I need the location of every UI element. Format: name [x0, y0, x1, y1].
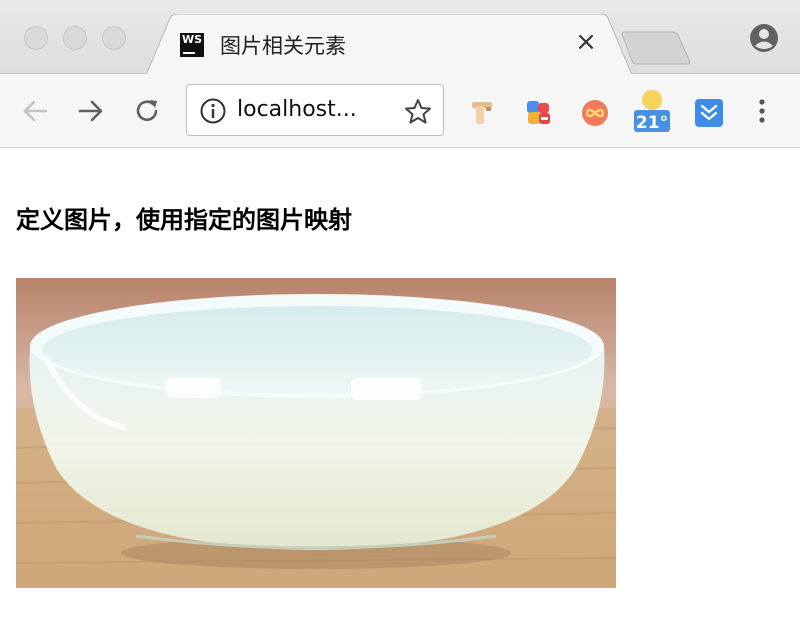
forward-arrow-icon[interactable]	[74, 94, 108, 128]
infinity-extension-icon[interactable]	[578, 96, 612, 130]
back-arrow-icon[interactable]	[18, 94, 52, 128]
star-icon[interactable]	[403, 97, 433, 127]
tab-close-icon[interactable]: ×	[574, 28, 598, 56]
close-window-button[interactable]	[24, 26, 48, 50]
bookmark-extension-icon[interactable]	[466, 96, 500, 130]
sun-icon: 21°	[634, 90, 670, 133]
profile-icon[interactable]	[748, 22, 780, 54]
favicon-text: WS	[182, 33, 203, 46]
active-tab[interactable]: WS 图片相关元素 ×	[146, 14, 632, 75]
overflow-menu-icon[interactable]	[752, 94, 772, 128]
reload-icon[interactable]	[130, 94, 164, 128]
download-extension-icon[interactable]	[692, 96, 726, 130]
toolbar: localhost... 21°	[0, 74, 800, 148]
info-icon[interactable]	[199, 97, 227, 125]
maximize-window-button[interactable]	[102, 26, 126, 50]
browser-window: WS 图片相关元素 × localhost... 21° 定义图片，使用指定的图…	[0, 0, 800, 644]
url-text[interactable]: localhost...	[237, 97, 357, 122]
weather-temp: 21°	[636, 113, 668, 133]
weather-extension-icon[interactable]: 21°	[632, 88, 672, 134]
minimize-window-button[interactable]	[63, 26, 87, 50]
page-heading: 定义图片，使用指定的图片映射	[16, 206, 352, 234]
tab-shape	[146, 14, 632, 75]
address-bar[interactable]: localhost...	[186, 84, 444, 136]
tab-strip: WS 图片相关元素 ×	[0, 0, 800, 75]
new-tab-button[interactable]	[620, 30, 692, 66]
page-content: 定义图片，使用指定的图片映射	[0, 148, 800, 644]
bowl-image-map[interactable]	[16, 278, 616, 588]
tab-title: 图片相关元素	[220, 34, 346, 58]
webstorm-favicon-icon: WS	[180, 33, 204, 57]
colorful-extension-icon[interactable]	[522, 96, 556, 130]
